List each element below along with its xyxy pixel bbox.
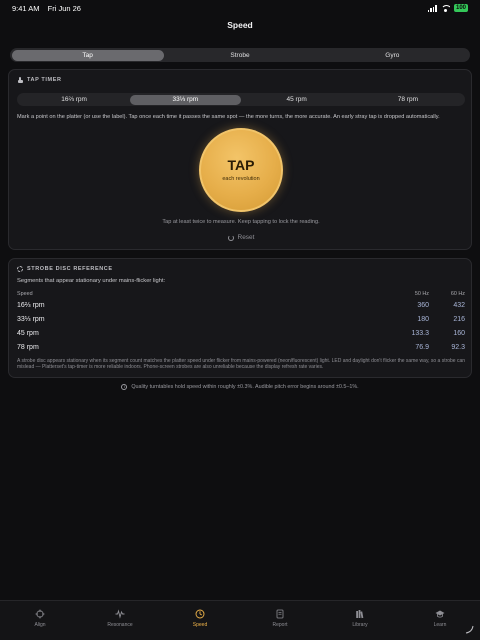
column-60hz: 60 Hz xyxy=(450,290,465,297)
tap-timer-header: TAP TIMER xyxy=(17,77,62,83)
row-60hz: 160 xyxy=(453,329,465,337)
tap-button-sublabel: each revolution xyxy=(222,176,260,182)
library-icon xyxy=(356,610,364,619)
page-title: Speed xyxy=(227,20,253,30)
strobe-table-header: Speed 50 Hz 60 Hz xyxy=(17,289,465,298)
reset-label: Reset xyxy=(237,234,255,241)
strobe-reference-subtitle: Segments that appear stationary under ma… xyxy=(17,278,166,284)
status-bar: 9:41 AM Fri Jun 26 100 xyxy=(0,0,480,16)
tab-label: Align xyxy=(34,622,46,628)
report-icon xyxy=(276,609,284,619)
tap-instructions: Mark a point on the platter (or use the … xyxy=(17,114,440,120)
graduation-cap-icon xyxy=(435,610,445,618)
row-50hz: 180 xyxy=(417,315,429,323)
tab-bar: Align Resonance Speed Report Library Lea… xyxy=(0,600,480,640)
tab-label: Library xyxy=(352,622,368,628)
resize-handle-icon[interactable] xyxy=(464,624,474,634)
strobe-table: Speed 50 Hz 60 Hz 16⅔ rpm 360 432 33⅓ rp… xyxy=(17,289,465,354)
row-speed: 45 rpm xyxy=(17,329,39,337)
strobe-note: A strobe disc appears stationary when it… xyxy=(17,358,466,371)
tab-label: Resonance xyxy=(107,622,133,628)
strobe-disc-icon xyxy=(17,266,23,272)
hand-tap-icon xyxy=(17,77,23,83)
tab-label: Learn xyxy=(433,622,447,628)
column-speed: Speed xyxy=(17,290,33,297)
strobe-reference-heading: STROBE DISC REFERENCE xyxy=(27,266,113,272)
status-right: 100 xyxy=(427,4,468,12)
mode-gyro[interactable]: Gyro xyxy=(316,50,468,61)
footnote-text: Quality turntables hold speed within rou… xyxy=(131,384,359,390)
tab-label: Speed xyxy=(192,622,208,628)
table-row: 45 rpm 133.3 160 xyxy=(17,326,465,340)
status-left: 9:41 AM Fri Jun 26 xyxy=(12,4,87,13)
tab-library[interactable]: Library xyxy=(320,601,400,640)
table-row: 16⅔ rpm 360 432 xyxy=(17,298,465,312)
row-60hz: 432 xyxy=(453,301,465,309)
rpm-option-78[interactable]: 78 rpm xyxy=(352,95,463,105)
row-speed: 78 rpm xyxy=(17,343,39,351)
tab-report[interactable]: Report xyxy=(240,601,320,640)
rpm-segmented-control: 16⅔ rpm 33⅓ rpm 45 rpm 78 rpm xyxy=(17,93,465,106)
speed-footnote: i Quality turntables hold speed within r… xyxy=(0,384,480,390)
table-row: 78 rpm 76.9 92.3 xyxy=(17,340,465,354)
tab-speed[interactable]: Speed xyxy=(160,601,240,640)
tab-resonance[interactable]: Resonance xyxy=(80,601,160,640)
row-60hz: 92.3 xyxy=(451,343,465,351)
row-60hz: 216 xyxy=(453,315,465,323)
tab-align[interactable]: Align xyxy=(0,601,80,640)
row-50hz: 360 xyxy=(417,301,429,309)
tab-label: Report xyxy=(272,622,288,628)
cellular-signal-icon xyxy=(427,4,437,12)
row-speed: 33⅓ rpm xyxy=(17,315,45,323)
row-50hz: 133.3 xyxy=(411,329,429,337)
tap-timer-heading: TAP TIMER xyxy=(27,77,62,83)
tap-hint: Tap at least twice to measure. Keep tapp… xyxy=(162,219,320,225)
tap-button[interactable]: TAP each revolution xyxy=(199,128,283,212)
strobe-reference-card: STROBE DISC REFERENCE Segments that appe… xyxy=(8,258,472,378)
table-row: 33⅓ rpm 180 216 xyxy=(17,312,465,326)
rpm-option-45[interactable]: 45 rpm xyxy=(241,95,352,105)
reset-icon xyxy=(227,234,234,241)
wifi-icon xyxy=(440,4,450,12)
strobe-reference-header: STROBE DISC REFERENCE xyxy=(17,266,113,272)
info-icon: i xyxy=(121,384,128,390)
mode-strobe[interactable]: Strobe xyxy=(164,50,316,61)
crosshair-icon xyxy=(35,609,45,619)
status-date: Fri Jun 26 xyxy=(47,3,81,13)
rpm-option-33[interactable]: 33⅓ rpm xyxy=(129,94,241,105)
reset-button[interactable]: Reset xyxy=(9,234,473,241)
rpm-option-16[interactable]: 16⅔ rpm xyxy=(19,95,130,105)
status-time: 9:41 AM xyxy=(12,3,40,13)
speed-icon xyxy=(195,609,205,619)
mode-segmented-control: Tap Strobe Gyro xyxy=(10,48,470,62)
tap-timer-card: TAP TIMER 16⅔ rpm 33⅓ rpm 45 rpm 78 rpm … xyxy=(8,69,472,250)
waveform-icon xyxy=(115,609,125,619)
row-speed: 16⅔ rpm xyxy=(17,301,45,309)
column-50hz: 50 Hz xyxy=(414,290,429,297)
tap-button-label: TAP xyxy=(227,157,255,173)
mode-tap[interactable]: Tap xyxy=(11,49,164,61)
battery-icon: 100 xyxy=(453,4,468,12)
row-50hz: 76.9 xyxy=(415,343,429,351)
tab-learn[interactable]: Learn xyxy=(400,601,480,640)
